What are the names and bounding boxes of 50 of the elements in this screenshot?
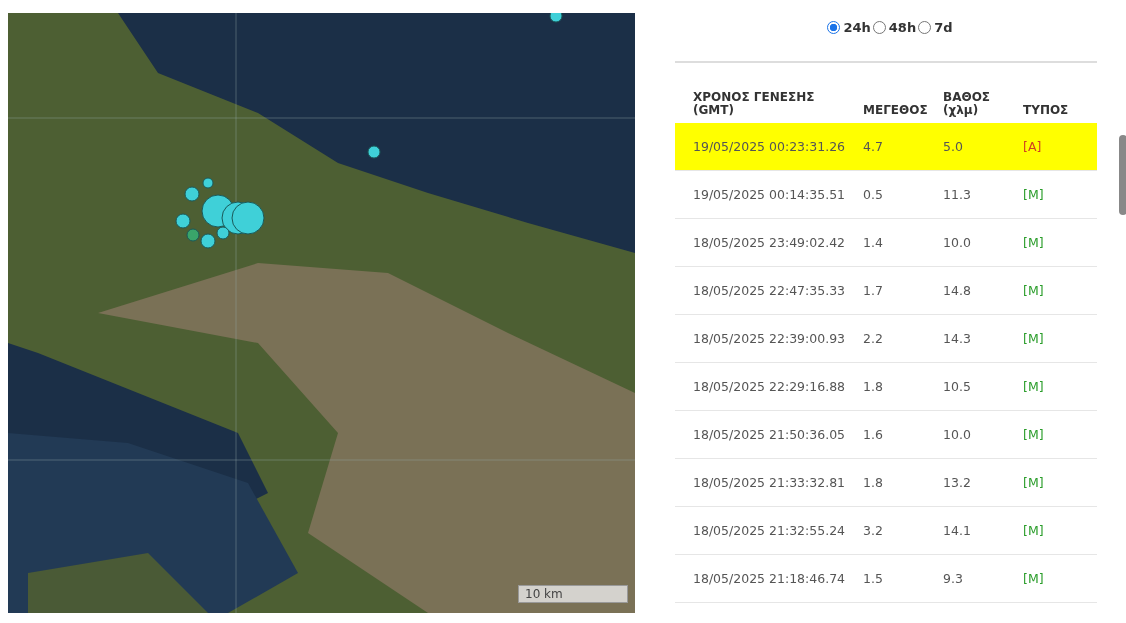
period-radio[interactable]: 48h bbox=[872, 19, 917, 35]
depth-cell-text: 13.2 bbox=[943, 475, 972, 490]
time-cell-text: 18/05/2025 21:33:32.81 bbox=[693, 475, 847, 490]
scrollbar[interactable] bbox=[1119, 135, 1126, 215]
type-cell-text: [M] bbox=[1023, 475, 1045, 490]
depth-cell-text: 14.1 bbox=[943, 523, 972, 538]
time-cell-text: 18/05/2025 21:18:46.74 bbox=[693, 571, 847, 586]
type-cell-text: [M] bbox=[1023, 523, 1045, 538]
column-header[interactable]: ΜΕΓΕΘΟΣ bbox=[863, 104, 943, 117]
time-cell-text: 18/05/2025 22:29:16.88 bbox=[693, 379, 847, 394]
table-row[interactable]: 19/05/2025 00:23:31.26 4.7 5.0 [A] bbox=[675, 123, 1097, 171]
time-cell-text: 18/05/2025 23:49:02.42 bbox=[693, 235, 847, 250]
depth-cell-text: 10.0 bbox=[943, 427, 972, 442]
time-cell-text: 18/05/2025 22:39:00.93 bbox=[693, 331, 847, 346]
time-cell-text: 18/05/2025 22:47:35.33 bbox=[693, 283, 847, 298]
magnitude-cell-text: 1.7 bbox=[863, 283, 884, 298]
time-cell-text: 19/05/2025 00:14:35.51 bbox=[693, 187, 847, 202]
type-cell-text: [M] bbox=[1023, 187, 1045, 202]
type-cell-text: [A] bbox=[1023, 139, 1043, 154]
magnitude-cell-text: 1.6 bbox=[863, 427, 884, 442]
magnitude-cell-text: 1.5 bbox=[863, 571, 884, 586]
magnitude-cell-text: 1.4 bbox=[863, 235, 884, 250]
type-cell-text: [M] bbox=[1023, 379, 1045, 394]
type-cell-text: [M] bbox=[1023, 235, 1045, 250]
magnitude-cell-text: 3.2 bbox=[863, 523, 884, 538]
period-radio[interactable]: 24h bbox=[827, 19, 871, 35]
time-cell-text: 19/05/2025 00:23:31.26 bbox=[693, 139, 847, 154]
column-header[interactable]: ΒΑΘΟΣ (χλμ) bbox=[943, 91, 1023, 117]
depth-cell-text: 11.3 bbox=[943, 187, 972, 202]
depth-cell-text: 9.3 bbox=[943, 571, 964, 586]
type-cell-text: [M] bbox=[1023, 571, 1045, 586]
magnitude-cell-text: 1.8 bbox=[863, 475, 884, 490]
period-radio[interactable]: 7d bbox=[918, 19, 953, 35]
depth-cell-text: 5.0 bbox=[943, 139, 964, 154]
time-cell-text: 18/05/2025 21:32:55.24 bbox=[693, 523, 847, 538]
map-scale-label: 10 km bbox=[518, 585, 628, 603]
column-header[interactable]: ΧΡΟΝΟΣ ΓΕΝΕΣΗΣ (GMT) bbox=[693, 91, 833, 117]
magnitude-cell-text: 0.5 bbox=[863, 187, 884, 202]
magnitude-cell-text: 2.2 bbox=[863, 331, 884, 346]
depth-cell-text: 10.5 bbox=[943, 379, 972, 394]
time-cell-text: 18/05/2025 21:50:36.05 bbox=[693, 427, 847, 442]
type-cell-text: [M] bbox=[1023, 427, 1045, 442]
column-header[interactable]: ΤΥΠΟΣ bbox=[1023, 104, 1097, 117]
magnitude-cell-text: 4.7 bbox=[863, 139, 884, 154]
depth-cell-text: 14.3 bbox=[943, 331, 972, 346]
depth-cell-text: 14.8 bbox=[943, 283, 972, 298]
depth-cell-text: 10.0 bbox=[943, 235, 972, 250]
type-cell-text: [M] bbox=[1023, 283, 1045, 298]
type-cell-text: [M] bbox=[1023, 331, 1045, 346]
magnitude-cell-text: 1.8 bbox=[863, 379, 884, 394]
